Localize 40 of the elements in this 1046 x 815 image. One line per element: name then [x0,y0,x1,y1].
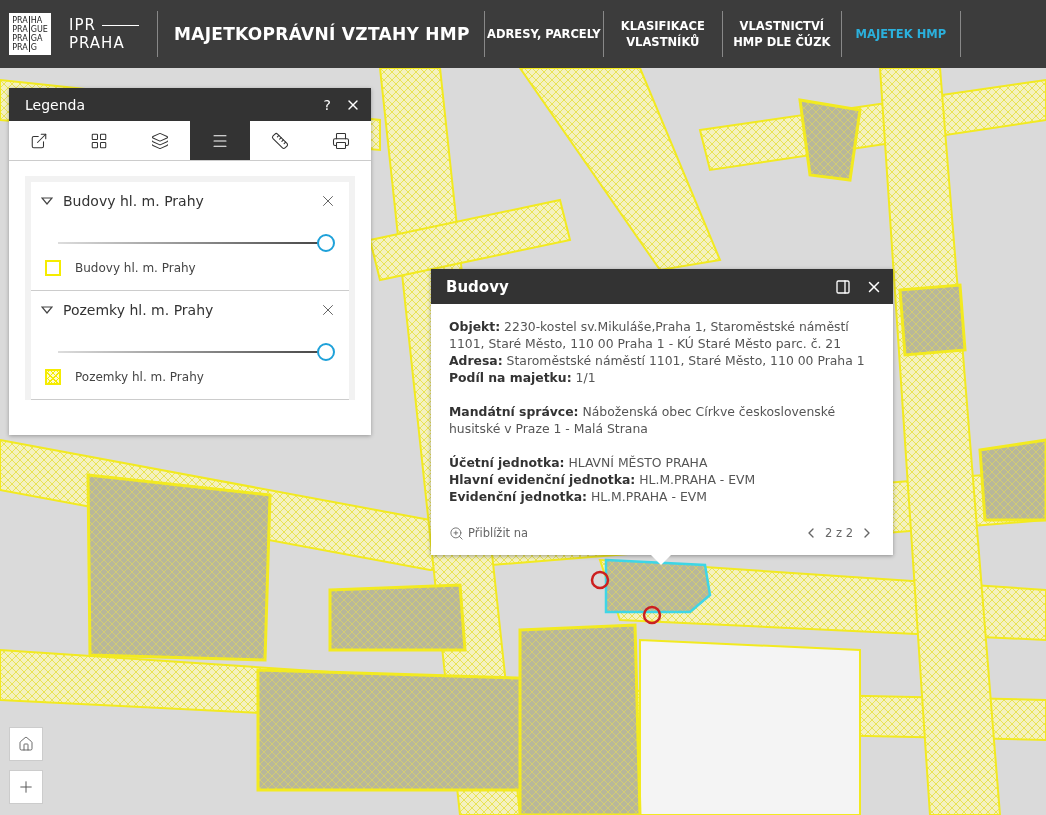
help-button[interactable]: ? [323,96,331,113]
plus-icon [17,778,35,796]
logo-mark: PRA HA PRA GUE PRA GA PRA G [9,13,51,55]
pager-text: 2 z 2 [825,526,853,540]
attribute-text: Mandátní správce: Náboženská obec Církve československé husitské v Praze 1 - Malá Strana [449,403,837,437]
share-icon [30,131,49,150]
slider-thumb[interactable] [317,234,335,252]
layers-icon [150,131,169,150]
tool-tab[interactable] [190,121,251,160]
attribute-text: Hlavní evidenční jednotka: HL.M.PRAHA - EVM [449,471,757,488]
nav-link[interactable]: KLASIFIKACE VLASTNÍKŮ [603,18,722,50]
attribute-text: Podíl na majetku: 1/1 [449,369,597,386]
nav-link[interactable]: MAJETEK HMP [841,26,960,42]
panel-title: Legenda [25,96,86,113]
ruler-icon [271,131,290,150]
zoom-in-icon [449,525,464,541]
grid-icon [90,131,109,150]
hatched-square-icon [45,369,61,385]
attribute-text: Účetní jednotka: HLAVNÍ MĚSTO PRAHA [449,454,709,471]
collapse-triangle-icon[interactable] [41,306,53,314]
legend-item-label: Pozemky hl. m. Prahy [75,370,204,384]
nav-link[interactable]: VLASTNICTVÍ HMP DLE ČÚZK [722,18,841,50]
square-outline-icon [45,260,61,276]
home-icon [18,736,34,752]
attribute-text: Evidenční jednotka: HL.M.PRAHA - EVM [449,488,708,505]
app-title: MAJETKOPRÁVNÍ VZTAHY HMP [174,24,470,44]
logo-text: PRAHA [69,34,126,52]
attribute-text: Adresa: Staroměstské náměstí 1101, Staré Město, 110 00 Praha 1 [449,352,866,369]
legend-item-label: Budovy hl. m. Prahy [75,261,196,275]
dock-button[interactable] [835,278,851,295]
zoom-to-link[interactable]: Přiblížit na [449,525,803,541]
popup-title: Budovy [446,277,510,296]
layer-name: Budovy hl. m. Prahy [63,193,205,209]
slider-thumb[interactable] [317,343,335,361]
collapse-triangle-icon[interactable] [41,197,53,205]
layer-name: Pozemky hl. m. Prahy [63,302,215,318]
logo-text: IPR [69,16,139,34]
attribute-text: Objekt: 2230-kostel sv.Mikuláše,Praha 1, Staroměstské náměstí 1101, Staré Město, 110 00 Praha 1 - KÚ Staré Město parc. č. 21 [449,318,850,352]
nav-link[interactable]: ADRESY, PARCELY [484,26,603,42]
printer-icon [331,131,350,150]
